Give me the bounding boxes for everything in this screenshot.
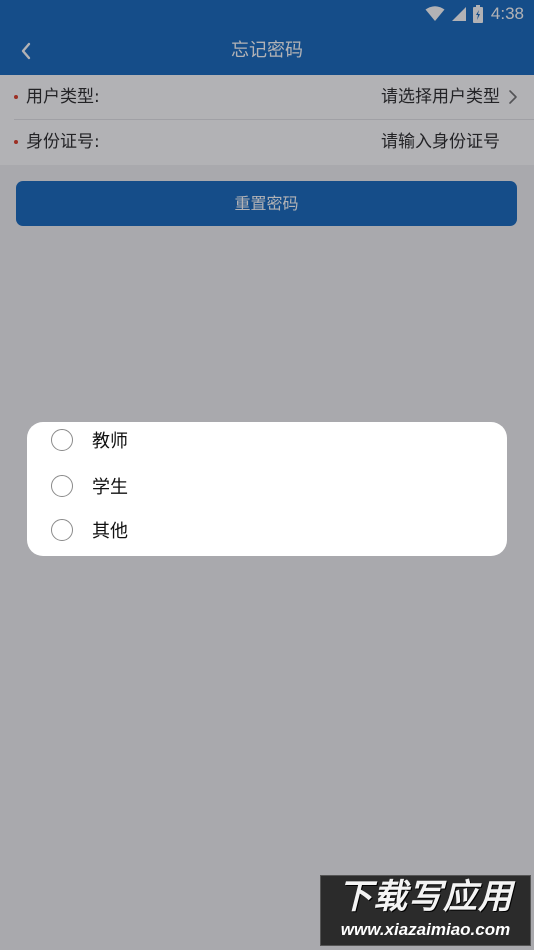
user-type-dialog: 教师 学生 其他 (27, 422, 507, 556)
radio-circle-icon[interactable] (51, 475, 73, 497)
option-teacher[interactable]: 教师 (27, 422, 507, 462)
option-student[interactable]: 学生 (27, 468, 507, 508)
option-other[interactable]: 其他 (27, 512, 507, 552)
option-label: 学生 (92, 477, 128, 498)
option-label: 教师 (92, 431, 128, 452)
watermark-logo: 下载写应用 www.xiazaimiao.com (320, 875, 531, 946)
radio-circle-icon[interactable] (51, 519, 73, 541)
watermark-url: www.xiazaimiao.com (340, 920, 511, 939)
option-label: 其他 (92, 521, 128, 542)
watermark-title: 下载写应用 (338, 878, 513, 916)
radio-circle-icon[interactable] (51, 429, 73, 451)
